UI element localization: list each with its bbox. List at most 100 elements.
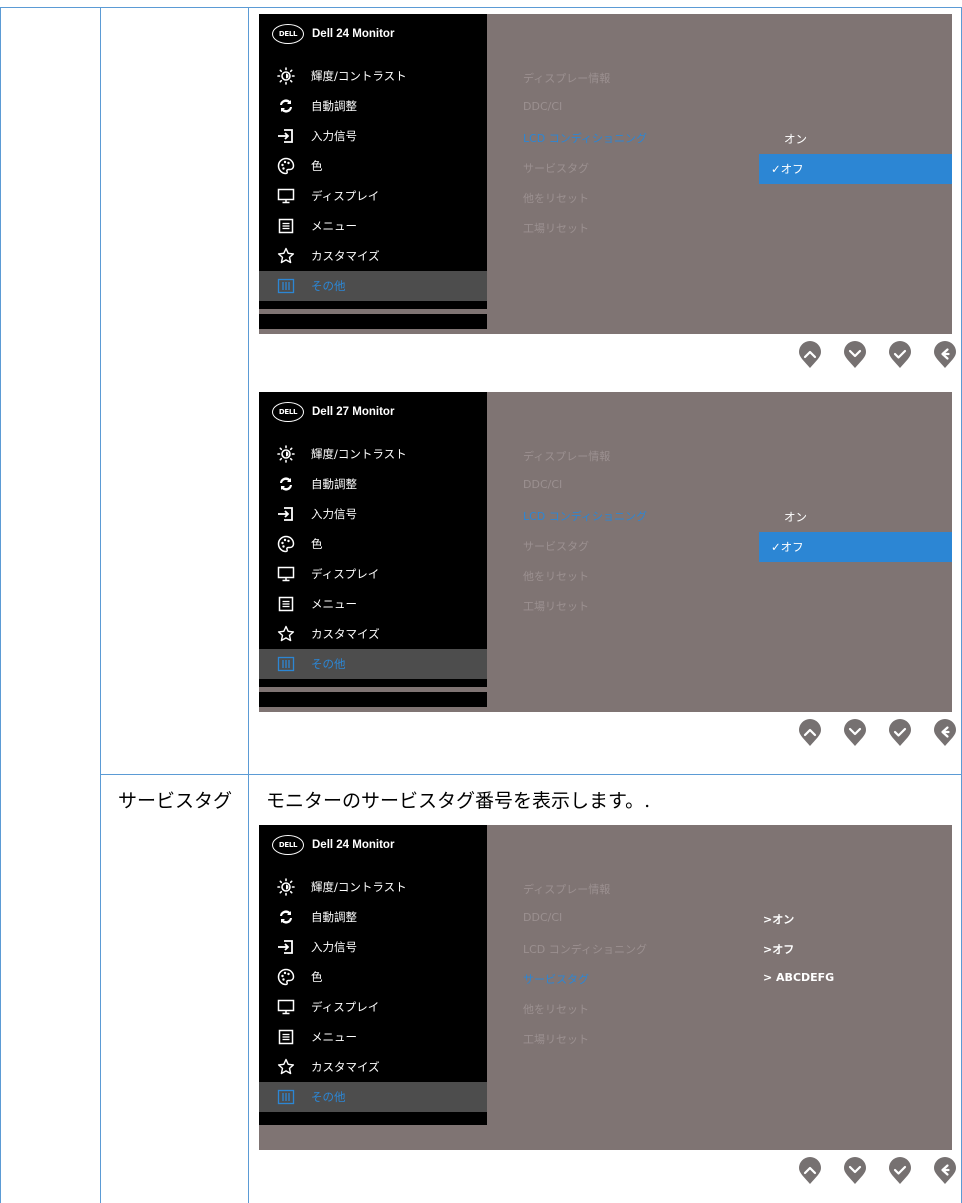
lcd-value: >オフ: [763, 943, 795, 956]
menu-icon: [276, 1027, 296, 1047]
others-icon: [276, 1087, 296, 1107]
osd-screen-24-lcd: DELL Dell 24 Monitor 輝度/コントラスト 自動調整 入力信号色ディス…: [259, 14, 952, 334]
ok-button-icon[interactable]: [888, 719, 912, 747]
submenu-item[interactable]: 工場リセット: [523, 220, 589, 236]
panel-bottom-bar: [259, 314, 487, 329]
down-button-icon[interactable]: [843, 719, 867, 747]
ok-button-icon[interactable]: [888, 341, 912, 369]
dell-logo-icon: DELL: [272, 402, 304, 422]
back-button-icon[interactable]: [933, 719, 957, 747]
down-button-icon[interactable]: [843, 1157, 867, 1185]
menu-item-label: その他: [311, 657, 346, 671]
menu-item-color-palette[interactable]: 色: [259, 529, 487, 559]
option-off-selected[interactable]: ✓オフ: [759, 532, 952, 562]
submenu-item[interactable]: DDC/CI: [523, 478, 562, 491]
menu-item-menu[interactable]: メニュー: [259, 1022, 487, 1052]
table-column-divider-2: [248, 7, 249, 1203]
menu-item-label: 入力信号: [311, 129, 357, 143]
submenu-item[interactable]: LCD コンディショニング: [523, 941, 647, 957]
brightness-icon: [276, 444, 296, 464]
option-on[interactable]: オン: [759, 124, 952, 154]
menu-item-label: ディスプレイ: [311, 1000, 380, 1014]
menu-item-auto-adjust[interactable]: 自動調整: [259, 469, 487, 499]
menu-item-menu[interactable]: メニュー: [259, 211, 487, 241]
menu-item-input-source[interactable]: 入力信号: [259, 499, 487, 529]
star-icon: [276, 1057, 296, 1077]
menu-item-label: 入力信号: [311, 940, 357, 954]
dell-logo-icon: DELL: [272, 835, 304, 855]
menu-item-color-palette[interactable]: 色: [259, 962, 487, 992]
main-menu-panel: DELL Dell 24 Monitor 輝度/コントラスト 自動調整 入力信号色ディス…: [259, 825, 487, 1125]
menu-item-menu[interactable]: メニュー: [259, 589, 487, 619]
color-palette-icon: [276, 967, 296, 987]
menu-item-label: 自動調整: [311, 910, 357, 924]
table-row-divider: [100, 774, 962, 775]
menu-item-input-source[interactable]: 入力信号: [259, 121, 487, 151]
menu-item-display[interactable]: ディスプレイ: [259, 181, 487, 211]
description-text: モニターのサービスタグ番号を表示します。.: [266, 790, 651, 812]
menu-item-others[interactable]: その他: [259, 271, 487, 301]
panel-bottom-bar: [259, 692, 487, 707]
ddc-value: >オン: [763, 913, 795, 926]
submenu-item[interactable]: DDC/CI: [523, 911, 562, 924]
table-column-divider-1: [100, 7, 101, 1203]
submenu-item[interactable]: サービスタグ: [523, 538, 589, 554]
menu-item-others[interactable]: その他: [259, 1082, 487, 1112]
color-palette-icon: [276, 534, 296, 554]
up-button-icon[interactable]: [798, 1157, 822, 1185]
osd-screen-24-service-tag: DELL Dell 24 Monitor 輝度/コントラスト 自動調整 入力信号色ディス…: [259, 825, 952, 1150]
table-border-top: [0, 7, 962, 8]
submenu-item[interactable]: 工場リセット: [523, 1031, 589, 1047]
menu-item-brightness[interactable]: 輝度/コントラスト: [259, 61, 487, 91]
osd-title: DELL Dell 24 Monitor: [272, 23, 394, 45]
submenu-item[interactable]: ディスプレー情報: [523, 881, 610, 897]
submenu-item[interactable]: サービスタグ: [523, 160, 589, 176]
submenu-item[interactable]: 他をリセット: [523, 190, 589, 206]
brightness-icon: [276, 877, 296, 897]
menu-item-display[interactable]: ディスプレイ: [259, 559, 487, 589]
submenu-item[interactable]: LCD コンディショニング: [523, 130, 647, 146]
monitor-model: Dell 24 Monitor: [312, 28, 395, 40]
back-button-icon[interactable]: [933, 1157, 957, 1185]
menu-icon: [276, 594, 296, 614]
display-icon: [276, 186, 296, 206]
menu-item-display[interactable]: ディスプレイ: [259, 992, 487, 1022]
menu-item-auto-adjust[interactable]: 自動調整: [259, 91, 487, 121]
option-on[interactable]: オン: [759, 502, 952, 532]
ok-button-icon[interactable]: [888, 1157, 912, 1185]
menu-item-star[interactable]: カスタマイズ: [259, 1052, 487, 1082]
submenu-item[interactable]: ディスプレー情報: [523, 70, 610, 86]
menu-icon: [276, 216, 296, 236]
menu-item-color-palette[interactable]: 色: [259, 151, 487, 181]
auto-adjust-icon: [276, 96, 296, 116]
menu-item-label: カスタマイズ: [311, 1060, 380, 1074]
option-off-selected[interactable]: ✓オフ: [759, 154, 952, 184]
tag-value: > ABCDEFG: [763, 971, 835, 984]
submenu-item[interactable]: 他をリセット: [523, 568, 589, 584]
back-button-icon[interactable]: [933, 341, 957, 369]
menu-item-label: 輝度/コントラスト: [311, 880, 407, 894]
menu-item-star[interactable]: カスタマイズ: [259, 241, 487, 271]
submenu-item[interactable]: サービスタグ: [523, 971, 589, 987]
menu-item-label: 色: [311, 159, 323, 173]
menu-item-brightness[interactable]: 輝度/コントラスト: [259, 872, 487, 902]
down-button-icon[interactable]: [843, 341, 867, 369]
menu-item-auto-adjust[interactable]: 自動調整: [259, 902, 487, 932]
menu-item-input-source[interactable]: 入力信号: [259, 932, 487, 962]
menu-item-label: メニュー: [311, 597, 357, 611]
up-button-icon[interactable]: [798, 719, 822, 747]
input-source-icon: [276, 504, 296, 524]
menu-item-label: 入力信号: [311, 507, 357, 521]
menu-item-brightness[interactable]: 輝度/コントラスト: [259, 439, 487, 469]
submenu-item[interactable]: 工場リセット: [523, 598, 589, 614]
submenu-item[interactable]: ディスプレー情報: [523, 448, 610, 464]
submenu-item[interactable]: 他をリセット: [523, 1001, 589, 1017]
submenu-item[interactable]: LCD コンディショニング: [523, 508, 647, 524]
menu-item-label: メニュー: [311, 219, 357, 233]
up-button-icon[interactable]: [798, 341, 822, 369]
menu-item-star[interactable]: カスタマイズ: [259, 619, 487, 649]
table-border-left: [0, 7, 1, 1203]
menu-item-label: その他: [311, 1090, 346, 1104]
menu-item-others[interactable]: その他: [259, 649, 487, 679]
submenu-item[interactable]: DDC/CI: [523, 100, 562, 113]
